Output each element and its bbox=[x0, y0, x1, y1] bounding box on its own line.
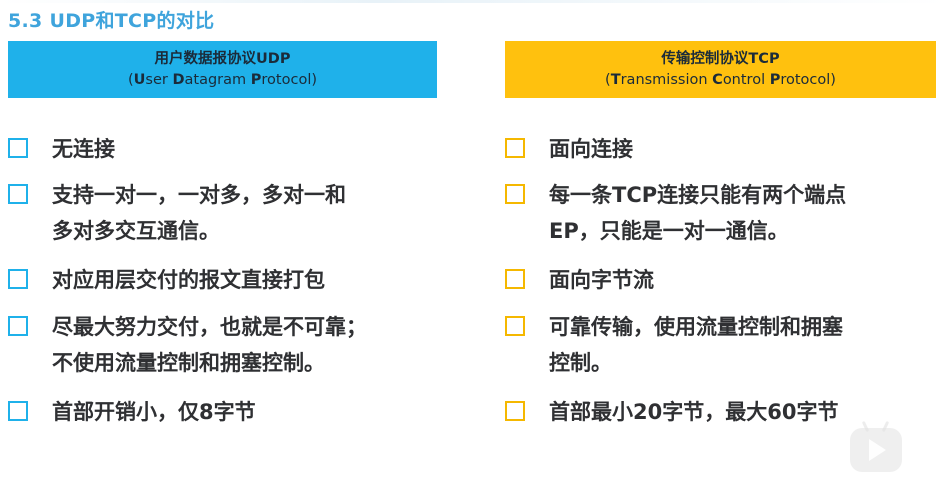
tcp-header: 传输控制协议TCP (Transmission Control Protocol… bbox=[505, 41, 936, 98]
checkbox-square-icon bbox=[505, 401, 525, 421]
tcp-header-name: 传输控制协议TCP bbox=[661, 50, 780, 67]
top-accent-line bbox=[0, 0, 947, 3]
checkbox-square-icon bbox=[8, 316, 28, 336]
list-item: 首部开销小，仅8字节 bbox=[8, 394, 256, 430]
item-text: 控制。 bbox=[549, 351, 612, 375]
udp-header-fullname: (User Datagram Protocol) bbox=[127, 71, 318, 88]
udp-header: 用户数据报协议UDP (User Datagram Protocol) bbox=[8, 41, 437, 98]
item-text: 面向字节流 bbox=[549, 268, 654, 292]
checkbox-square-icon bbox=[8, 184, 28, 204]
list-item: 尽最大努力交付，也就是不可靠； 不使用流量控制和拥塞控制。 bbox=[8, 309, 367, 381]
item-text: EP，只能是一对一通信。 bbox=[549, 219, 789, 243]
item-text: 尽最大努力交付，也就是不可靠； bbox=[52, 315, 367, 339]
list-item: 支持一对一，一对多，多对一和 多对多交互通信。 bbox=[8, 177, 346, 249]
item-text: 无连接 bbox=[52, 137, 115, 161]
list-item: 无连接 bbox=[8, 131, 115, 167]
checkbox-square-icon bbox=[505, 316, 525, 336]
item-text: 首部最小20字节，最大60字节 bbox=[549, 400, 839, 424]
checkbox-square-icon bbox=[505, 138, 525, 158]
checkbox-square-icon bbox=[505, 184, 525, 204]
tcp-header-fullname: (Transmission Control Protocol) bbox=[605, 71, 836, 88]
list-item: 可靠传输，使用流量控制和拥塞 控制。 bbox=[505, 309, 843, 381]
item-text: 多对多交互通信。 bbox=[52, 219, 220, 243]
item-text: 不使用流量控制和拥塞控制。 bbox=[52, 351, 325, 375]
item-text: 首部开销小，仅8字节 bbox=[52, 400, 256, 424]
item-text: 可靠传输，使用流量控制和拥塞 bbox=[549, 315, 843, 339]
list-item: 面向连接 bbox=[505, 131, 633, 167]
checkbox-square-icon bbox=[8, 138, 28, 158]
list-item: 首部最小20字节，最大60字节 bbox=[505, 394, 838, 430]
item-text: 面向连接 bbox=[549, 137, 633, 161]
slide-title: 5.3 UDP和TCP的对比 bbox=[8, 10, 215, 32]
list-item: 面向字节流 bbox=[505, 262, 654, 298]
item-text: 每一条TCP连接只能有两个端点 bbox=[549, 183, 847, 207]
video-play-icon bbox=[850, 420, 902, 472]
udp-header-name: 用户数据报协议UDP bbox=[154, 50, 291, 67]
checkbox-square-icon bbox=[8, 401, 28, 421]
item-text: 对应用层交付的报文直接打包 bbox=[52, 268, 325, 292]
list-item: 对应用层交付的报文直接打包 bbox=[8, 262, 325, 298]
list-item: 每一条TCP连接只能有两个端点 EP，只能是一对一通信。 bbox=[505, 177, 846, 249]
checkbox-square-icon bbox=[505, 269, 525, 289]
item-text: 支持一对一，一对多，多对一和 bbox=[52, 183, 346, 207]
checkbox-square-icon bbox=[8, 269, 28, 289]
